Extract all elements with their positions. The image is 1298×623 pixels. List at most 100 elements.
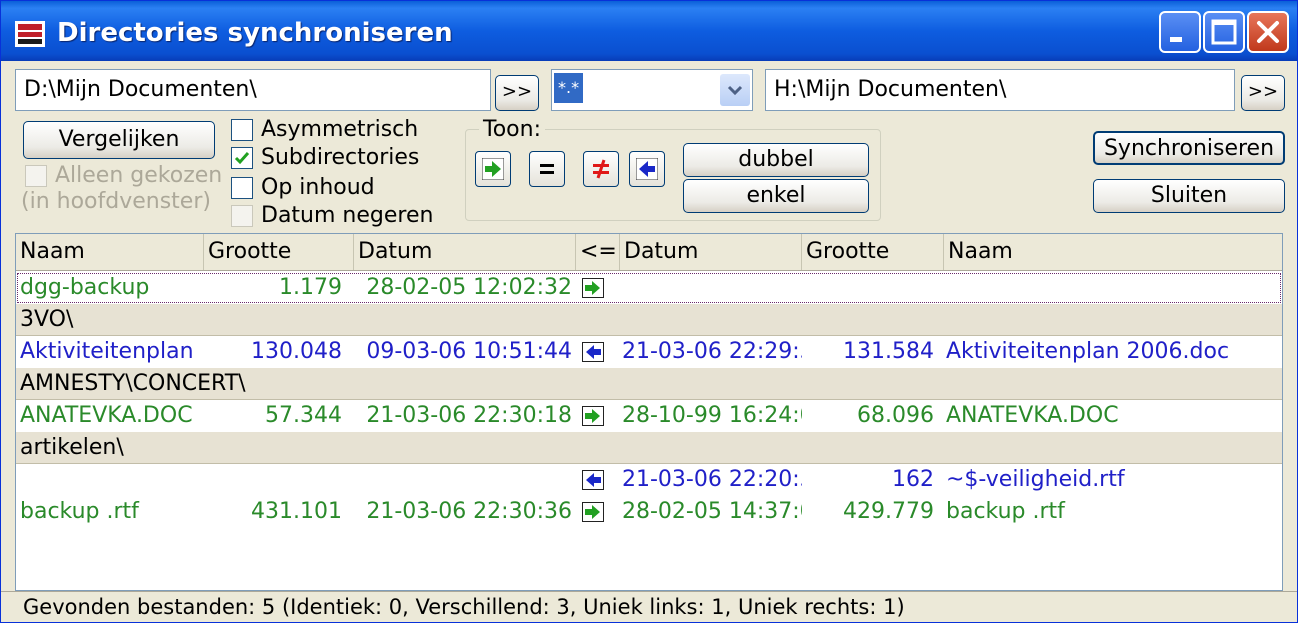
minimize-icon (1170, 37, 1182, 42)
row-date-right: 21-03-06 22:29:54 (622, 339, 802, 364)
sync-dialog: Directories synchroniseren D:\Mijn Docum… (0, 0, 1298, 623)
file-mask-value: *.* (554, 73, 584, 103)
show-copy-right-toggle[interactable] (475, 151, 511, 187)
col-size-left[interactable]: Grootte (204, 234, 354, 270)
not-equal-icon (593, 159, 609, 179)
show-single-button[interactable]: enkel (683, 179, 869, 213)
synchronize-button[interactable]: Synchroniseren (1093, 131, 1285, 165)
by-content-label: Op inhoud (261, 175, 375, 200)
title-bar[interactable]: Directories synchroniseren (1, 1, 1297, 61)
row-name-left: ANATEVKA.DOC (20, 403, 193, 428)
row-size-right: 429.779 (843, 499, 934, 524)
minimize-button[interactable] (1159, 11, 1201, 53)
close-button[interactable] (1247, 11, 1289, 53)
comparison-list[interactable]: Naam Grootte Datum <= Datum Grootte Naam… (15, 233, 1283, 591)
file-mask-combobox[interactable]: *.* (551, 69, 753, 111)
maximize-icon (1211, 19, 1237, 45)
row-date-right (622, 272, 802, 304)
right-path-input[interactable]: H:\Mijn Documenten\ (765, 69, 1235, 111)
by-content-checkbox[interactable] (231, 177, 253, 199)
row-name-right: ~$-veiligheid.rtf (946, 467, 1125, 492)
row-size-right (802, 272, 934, 304)
row-size-left (204, 464, 342, 496)
status-bar: Gevonden bestanden: 5 (Identiek: 0, Vers… (1, 591, 1297, 622)
copy-left-icon (636, 158, 658, 180)
row-name-right: Aktiviteitenplan 2006.doc (946, 339, 1230, 364)
close-dialog-button[interactable]: Sluiten (1093, 179, 1285, 213)
show-equal-toggle[interactable] (529, 151, 565, 187)
copy-left-icon (582, 342, 604, 362)
col-date-right[interactable]: Datum (620, 234, 802, 270)
directory-row[interactable]: artikelen\ (16, 432, 1282, 464)
dropdown-arrow-icon (727, 85, 743, 96)
only-selected-sublabel: (in hoofdvenster) (21, 189, 211, 214)
left-path-input[interactable]: D:\Mijn Documenten\ (15, 69, 491, 111)
row-name-right: ANATEVKA.DOC (946, 403, 1119, 428)
app-icon (15, 21, 45, 47)
maximize-button[interactable] (1203, 11, 1245, 53)
only-selected-label: Alleen gekozen (55, 163, 223, 188)
copy-right-icon (582, 502, 604, 522)
row-size-left: 1.179 (279, 275, 342, 300)
asymmetric-checkbox[interactable] (231, 119, 253, 141)
compare-button[interactable]: Vergelijken (23, 121, 215, 159)
browse-left-button[interactable]: >> (495, 75, 539, 111)
table-row[interactable]: Aktiviteitenplan 2006 130.048 09-03-06 1… (16, 336, 1282, 368)
row-name-right (946, 272, 1280, 304)
status-text: Gevonden bestanden: 5 (Identiek: 0, Vers… (23, 595, 905, 619)
col-date-left[interactable]: Datum (354, 234, 576, 270)
close-icon (1257, 21, 1279, 43)
col-name-left[interactable]: Naam (16, 234, 204, 270)
show-not-equal-toggle[interactable] (583, 151, 619, 187)
col-direction[interactable]: <= (576, 234, 620, 270)
row-date-left: 21-03-06 22:30:36 (366, 499, 572, 524)
show-group-label: Toon: (479, 117, 545, 143)
row-name-right: backup .rtf (946, 499, 1065, 524)
checkmark-icon (234, 152, 250, 165)
col-size-right[interactable]: Grootte (802, 234, 944, 270)
table-row[interactable]: ANATEVKA.DOC 57.344 21-03-06 22:30:18 28… (16, 400, 1282, 432)
ignore-date-label: Datum negeren (261, 203, 434, 228)
table-row[interactable]: 21-03-06 22:20:54 162 ~$-veiligheid.rtf (16, 464, 1282, 496)
row-size-left: 431.101 (251, 499, 342, 524)
window-title: Directories synchroniseren (57, 18, 453, 48)
table-row[interactable]: backup .rtf 431.101 21-03-06 22:30:36 28… (16, 496, 1282, 528)
equal-icon (540, 164, 554, 174)
row-date-left (346, 464, 572, 496)
directory-label: AMNESTY\CONCERT\ (20, 371, 246, 396)
show-double-button[interactable]: dubbel (683, 143, 869, 177)
col-name-right[interactable]: Naam (944, 234, 1282, 270)
ignore-date-checkbox[interactable] (231, 205, 253, 227)
only-selected-checkbox[interactable] (25, 165, 47, 187)
row-size-left: 57.344 (265, 403, 342, 428)
row-date-left: 09-03-06 10:51:44 (366, 339, 572, 364)
row-date-right: 28-02-05 14:37:00 (622, 499, 802, 524)
row-name-left: Aktiviteitenplan 2006 (20, 339, 200, 364)
row-date-right: 28-10-99 16:24:04 (622, 403, 802, 428)
dropdown-arrow-button[interactable] (720, 74, 750, 106)
list-header: Naam Grootte Datum <= Datum Grootte Naam (16, 234, 1282, 271)
row-date-right: 21-03-06 22:20:54 (622, 467, 802, 492)
row-size-right: 68.096 (857, 403, 934, 428)
row-name-left (20, 464, 204, 496)
row-date-left: 21-03-06 22:30:18 (366, 403, 572, 428)
directory-label: artikelen\ (20, 435, 124, 460)
row-name-left: dgg-backup (20, 275, 150, 300)
row-name-left: backup .rtf (20, 499, 139, 524)
subdirectories-label: Subdirectories (261, 145, 420, 170)
directory-row[interactable]: 3VO\ (16, 304, 1282, 336)
row-date-left: 28-02-05 12:02:32 (366, 275, 572, 300)
table-row[interactable]: dgg-backup 1.179 28-02-05 12:02:32 (16, 272, 1282, 304)
row-size-right: 131.584 (843, 339, 934, 364)
copy-left-icon (582, 470, 604, 490)
copy-right-icon (582, 278, 604, 298)
asymmetric-label: Asymmetrisch (261, 117, 419, 142)
directory-row[interactable]: AMNESTY\CONCERT\ (16, 368, 1282, 400)
browse-right-button[interactable]: >> (1241, 75, 1285, 111)
copy-right-icon (482, 158, 504, 180)
row-size-left: 130.048 (251, 339, 342, 364)
copy-right-icon (582, 406, 604, 426)
subdirectories-checkbox[interactable] (231, 147, 253, 169)
row-size-right: 162 (892, 467, 934, 492)
show-copy-left-toggle[interactable] (629, 151, 665, 187)
